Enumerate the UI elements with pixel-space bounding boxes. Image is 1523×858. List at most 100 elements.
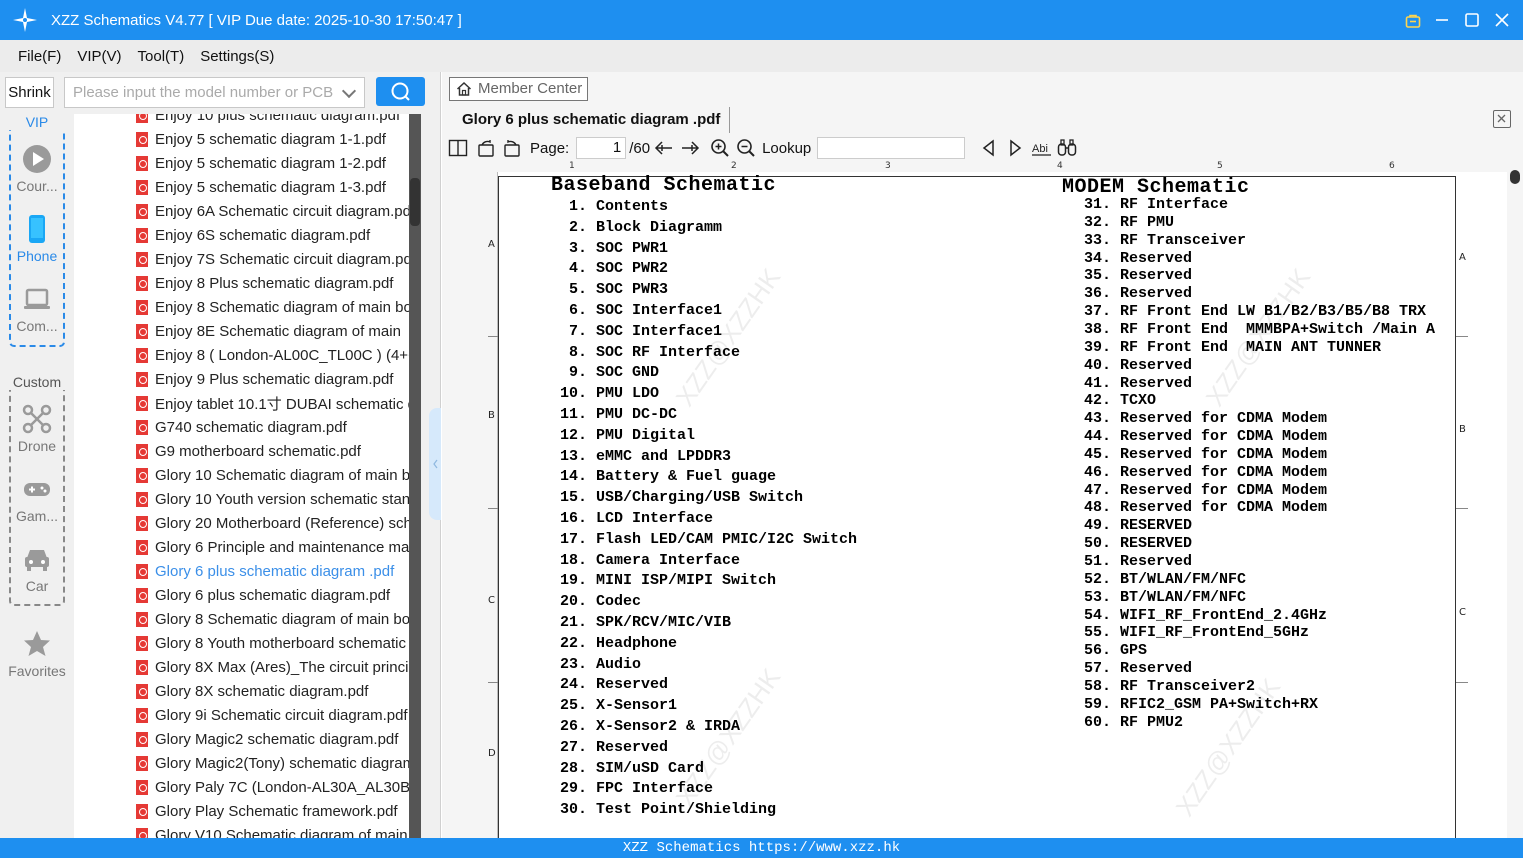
toc-item: 9. SOC GND — [560, 364, 660, 382]
file-list-item[interactable]: Glory 8X schematic diagram.pdf — [136, 679, 409, 703]
file-list-scrollbar[interactable] — [409, 114, 431, 838]
category-drone[interactable]: Drone — [0, 404, 74, 454]
menu-settings[interactable]: Settings(S) — [200, 48, 274, 65]
file-list-item[interactable]: G9 motherboard schematic.pdf — [136, 439, 409, 463]
scrollbar-thumb[interactable] — [410, 178, 420, 226]
match-case-icon[interactable]: Abi — [1031, 138, 1052, 158]
column-ruler: 1 2 3 4 5 6 — [497, 161, 1521, 172]
file-name: Enjoy 7S Schematic circuit diagram.pdf — [155, 250, 409, 268]
file-name: Glory 10 Youth version schematic standar… — [155, 490, 409, 508]
file-list-item[interactable]: Enjoy 5 schematic diagram 1-1.pdf — [136, 127, 409, 151]
menu-file[interactable]: File(F) — [18, 48, 61, 65]
file-name: Glory 8X Max (Ares)_The circuit principl… — [155, 658, 409, 676]
pdf-file-icon — [136, 155, 148, 171]
file-list-item[interactable]: Enjoy 6A Schematic circuit diagram.pdf — [136, 199, 409, 223]
binoculars-icon[interactable] — [1057, 138, 1077, 158]
file-list-item[interactable]: Enjoy 8 ( London-AL00C_TL00C ) (4+64 — [136, 343, 409, 367]
scrollbar-thumb[interactable] — [1510, 170, 1520, 184]
minimize-icon[interactable] — [1435, 13, 1449, 27]
collapse-panel-handle[interactable] — [429, 408, 441, 520]
file-name: Glory 20 Motherboard (Reference) schemat… — [155, 514, 409, 532]
rotate-right-icon[interactable] — [502, 138, 522, 158]
file-list-item[interactable]: Enjoy 8 Plus schematic diagram.pdf — [136, 271, 409, 295]
vip-bag-icon[interactable] — [1405, 13, 1421, 28]
toc-item: 59. RFIC2_GSM PA+Switch+RX — [1084, 695, 1319, 713]
toc-item: 51. Reserved — [1084, 553, 1193, 570]
viewer-panel: Member Center Glory 6 plus schematic dia… — [442, 72, 1523, 838]
document-tab[interactable]: Glory 6 plus schematic diagram .pdf — [450, 107, 730, 133]
file-list-item[interactable]: Glory 9i Schematic circuit diagram.pdf — [136, 703, 409, 727]
member-center-button[interactable]: Member Center — [449, 77, 588, 101]
toc-item: 41. Reserved — [1084, 374, 1193, 392]
toc-item: 8. SOC RF Interface — [560, 343, 741, 361]
toc-item: 57. Reserved — [1084, 660, 1193, 678]
page-scrollbar[interactable] — [1507, 162, 1523, 838]
file-list-item[interactable]: Enjoy tablet 10.1寸 DUBAI schematic diagr… — [136, 391, 409, 415]
menu-vip[interactable]: VIP(V) — [77, 48, 121, 65]
file-list-item[interactable]: Glory 10 Youth version schematic standar… — [136, 487, 409, 511]
find-previous-icon[interactable] — [979, 138, 999, 158]
phone-icon — [22, 214, 52, 244]
file-name: Glory 8 Schematic diagram of main board — [155, 610, 409, 628]
file-list-item[interactable]: Enjoy 8E Schematic diagram of main — [136, 319, 409, 343]
file-list-item[interactable]: Glory 8 Schematic diagram of main board — [136, 607, 409, 631]
maximize-icon[interactable] — [1465, 13, 1479, 27]
pdf-file-icon — [136, 347, 148, 363]
file-list-item[interactable]: Glory 6 plus schematic diagram .pdf — [136, 559, 409, 583]
category-courses[interactable]: Cour... — [0, 144, 74, 194]
next-page-icon[interactable] — [680, 138, 700, 158]
zoom-in-icon[interactable] — [710, 138, 730, 158]
category-car[interactable]: Car — [0, 544, 74, 594]
category-games[interactable]: Gam... — [0, 474, 74, 524]
previous-page-icon[interactable] — [654, 138, 674, 158]
file-list-item[interactable]: Enjoy 7S Schematic circuit diagram.pdf — [136, 247, 409, 271]
chevron-down-icon[interactable] — [341, 83, 357, 99]
toc-item: 53. BT/WLAN/FM/NFC — [1084, 588, 1247, 606]
file-list-item[interactable]: Enjoy 5 schematic diagram 1-3.pdf — [136, 175, 409, 199]
file-list-item[interactable]: Enjoy 5 schematic diagram 1-2.pdf — [136, 151, 409, 175]
search-button[interactable] — [376, 77, 425, 106]
rotate-left-icon[interactable] — [476, 138, 496, 158]
pdf-file-icon — [136, 707, 148, 723]
file-list-item[interactable]: Glory 20 Motherboard (Reference) schemat… — [136, 511, 409, 535]
pdf-file-icon — [136, 299, 148, 315]
file-list-item[interactable]: Glory 6 Principle and maintenance manual — [136, 535, 409, 559]
file-list-item[interactable]: Enjoy 8 Schematic diagram of main board — [136, 295, 409, 319]
pdf-file-icon — [136, 467, 148, 483]
search-input[interactable]: Please input the model number or PCB — [64, 77, 365, 108]
row-mark: C — [488, 595, 495, 606]
file-list-item[interactable]: Glory Magic2 schematic diagram.pdf — [136, 727, 409, 751]
close-icon[interactable] — [1495, 13, 1509, 27]
menu-tool[interactable]: Tool(T) — [138, 48, 185, 65]
pdf-file-icon — [136, 587, 148, 603]
file-list-item[interactable]: Glory 10 Schematic diagram of main board — [136, 463, 409, 487]
file-list-item[interactable]: Glory V10 Schematic diagram of main — [136, 823, 409, 838]
find-next-icon[interactable] — [1005, 138, 1025, 158]
file-list-item[interactable]: Glory Paly 7C (London-AL30A_AL30B_ — [136, 775, 409, 799]
sidebar-toggle-icon[interactable] — [448, 138, 468, 158]
file-list-item[interactable]: Enjoy 10 plus schematic diagram.pdf — [136, 114, 409, 127]
pdf-file-icon — [136, 731, 148, 747]
file-list-item[interactable]: Glory 6 plus schematic diagram.pdf — [136, 583, 409, 607]
toc-item: 27. Reserved — [560, 738, 669, 756]
close-all-tabs-icon[interactable] — [1493, 110, 1511, 128]
page-number-input[interactable]: 1 — [576, 137, 627, 159]
file-list-item[interactable]: Enjoy 9 Plus schematic diagram.pdf — [136, 367, 409, 391]
file-list-item[interactable]: Glory 8X Max (Ares)_The circuit principl… — [136, 655, 409, 679]
category-favorites[interactable]: Favorites — [0, 629, 74, 679]
pdf-file-icon — [136, 491, 148, 507]
file-name: Enjoy 5 schematic diagram 1-1.pdf — [155, 130, 386, 148]
lookup-input[interactable] — [817, 137, 966, 159]
shrink-button[interactable]: Shrink — [5, 77, 54, 108]
category-computer[interactable]: Com... — [0, 284, 74, 334]
laptop-icon — [22, 284, 52, 314]
category-phone[interactable]: Phone — [0, 214, 74, 264]
file-list-item[interactable]: Glory Magic2(Tony) schematic diagram — [136, 751, 409, 775]
zoom-out-icon[interactable] — [736, 138, 756, 158]
file-list-item[interactable]: Enjoy 6S schematic diagram.pdf — [136, 223, 409, 247]
file-name: Glory 8X schematic diagram.pdf — [155, 682, 369, 700]
drone-icon — [22, 404, 52, 434]
file-list-item[interactable]: Glory Play Schematic framework.pdf — [136, 799, 409, 823]
file-list-item[interactable]: G740 schematic diagram.pdf — [136, 415, 409, 439]
file-list-item[interactable]: Glory 8 Youth motherboard schematic — [136, 631, 409, 655]
